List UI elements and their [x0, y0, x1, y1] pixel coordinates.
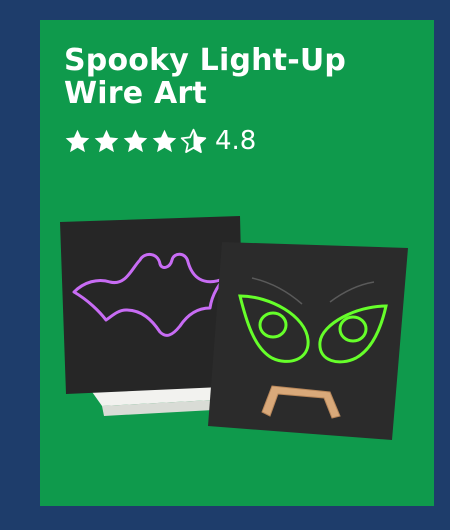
product-card[interactable]: Spooky Light-Up Wire Art 4.8 [40, 20, 434, 506]
product-image[interactable] [40, 20, 434, 506]
page-background-strip [0, 506, 450, 530]
